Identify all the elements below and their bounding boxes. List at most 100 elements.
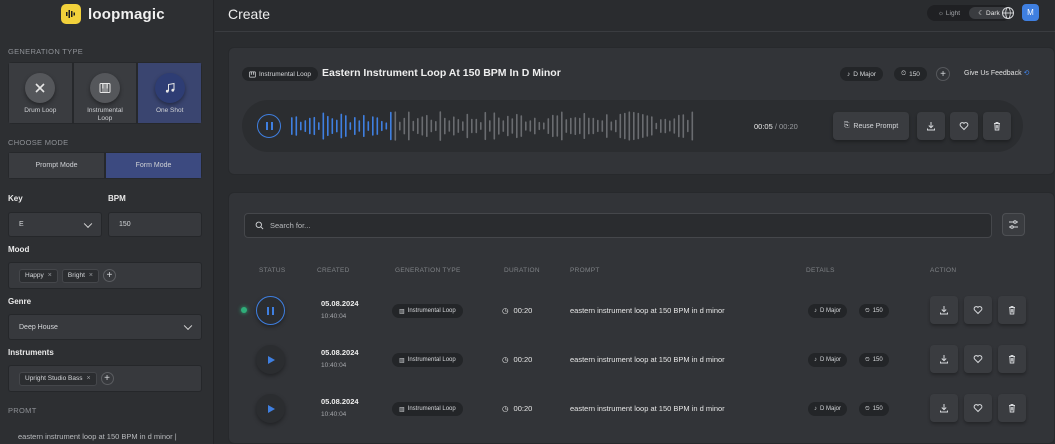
- add-mood-button[interactable]: +: [102, 269, 116, 282]
- badge-label: Instrumental Loop: [407, 406, 456, 412]
- waveform-bar: [669, 120, 671, 132]
- column-duration: DURATION: [504, 267, 540, 274]
- table-row[interactable]: 05.08.2024 10:40:04 ▥ Instrumental Loop ◷…: [229, 336, 1055, 382]
- main-content: Create ☼ Light ☾ Dark M Instrumental Loop …: [215, 0, 1055, 444]
- delete-button[interactable]: [998, 394, 1026, 422]
- waveform-bar: [358, 120, 361, 132]
- mood-label: Mood: [8, 245, 30, 254]
- genre-select[interactable]: Deep House: [8, 314, 202, 340]
- close-icon[interactable]: ×: [48, 272, 52, 279]
- waveform-bar: [453, 116, 455, 136]
- key-chip-label: D Major: [820, 308, 842, 314]
- waveform-bar: [417, 118, 419, 135]
- form-mode-button[interactable]: Form Mode: [105, 152, 202, 179]
- mood-tags-input[interactable]: Happy × Bright × +: [8, 262, 202, 289]
- add-instrument-button[interactable]: +: [100, 372, 114, 385]
- filter-button[interactable]: [1002, 213, 1025, 236]
- gen-type-one-shot[interactable]: One Shot: [137, 62, 202, 124]
- badge-label: Instrumental Loop: [407, 308, 456, 314]
- close-icon[interactable]: ×: [86, 375, 90, 382]
- chip-label: Upright Studio Bass: [25, 375, 83, 382]
- waveform-bar: [502, 120, 505, 132]
- globe-icon[interactable]: [1001, 6, 1015, 20]
- waveform-bar: [435, 121, 437, 132]
- download-button[interactable]: [917, 112, 945, 140]
- reuse-label: Reuse Prompt: [853, 122, 899, 130]
- gen-type-label: Drum Loop: [24, 107, 57, 114]
- table-row[interactable]: 05.08.2024 10:40:04 ▥ Instrumental Loop ◷…: [229, 385, 1055, 431]
- favorite-button[interactable]: [964, 394, 992, 422]
- delete-button[interactable]: [983, 112, 1011, 140]
- moon-icon: ☾: [978, 10, 985, 17]
- reuse-prompt-button[interactable]: ⎘ Reuse Prompt: [833, 112, 909, 140]
- pause-icon: [267, 306, 274, 315]
- play-button[interactable]: [256, 394, 285, 423]
- waveform-bar: [592, 117, 595, 135]
- waveform-bar: [547, 118, 550, 134]
- key-chip-label: D Major: [820, 406, 842, 412]
- generation-history: STATUS CREATED GENERATION TYPE DURATION …: [228, 192, 1055, 444]
- waveform-bar: [556, 115, 559, 137]
- waveform-bar: [457, 119, 460, 133]
- delete-button[interactable]: [998, 296, 1026, 324]
- prompt-textarea[interactable]: eastern instrument loop at 150 BPM in d …: [18, 432, 177, 441]
- waveform-bar: [678, 114, 680, 138]
- play-button[interactable]: [256, 345, 285, 374]
- waveform-bar: [345, 115, 347, 137]
- prompt-mode-button[interactable]: Prompt Mode: [8, 152, 105, 179]
- bpm-input[interactable]: 150: [108, 212, 202, 237]
- gen-type-drum-loop[interactable]: Drum Loop: [8, 62, 73, 124]
- gen-type-instrumental-loop[interactable]: Instrumental Loop: [72, 62, 138, 124]
- theme-toggle[interactable]: ☼ Light ☾ Dark: [927, 5, 1011, 21]
- instruments-tags-input[interactable]: Upright Studio Bass × +: [8, 365, 202, 392]
- waveform-bar: [691, 111, 694, 141]
- waveform-bar: [583, 112, 586, 139]
- bpm-value: 150: [119, 221, 131, 228]
- add-button[interactable]: +: [936, 67, 950, 81]
- close-icon[interactable]: ×: [89, 272, 93, 279]
- pause-button[interactable]: [257, 114, 281, 138]
- waveform-bar: [336, 119, 338, 133]
- pause-button[interactable]: [256, 296, 285, 325]
- theme-light-option[interactable]: ☼ Light: [929, 7, 969, 19]
- column-status: STATUS: [259, 267, 286, 274]
- waveform[interactable]: [291, 110, 696, 142]
- waveform-bar: [538, 121, 541, 131]
- prompt-text: eastern instrument loop at 150 BPM in d …: [570, 355, 725, 364]
- favorite-button[interactable]: [964, 345, 992, 373]
- waveform-bar: [624, 112, 626, 140]
- key-select[interactable]: E: [8, 212, 102, 237]
- download-button[interactable]: [930, 345, 958, 373]
- key-label: Key: [8, 194, 23, 203]
- duration: ◷ 00:20: [502, 355, 532, 364]
- duration: ◷ 00:20: [502, 404, 532, 413]
- give-feedback-link[interactable]: Give Us Feedback ⟲: [964, 69, 1029, 77]
- waveform-bar: [385, 122, 388, 130]
- bpm-chip-label: 150: [872, 406, 883, 412]
- created-time: 10:40:04: [321, 362, 347, 369]
- bpm-chip: ⏲ 150: [894, 67, 927, 81]
- download-button[interactable]: [930, 394, 958, 422]
- download-button[interactable]: [930, 296, 958, 324]
- waveform-bar: [516, 113, 518, 139]
- waveform-bar: [651, 116, 653, 136]
- favorite-button[interactable]: [950, 112, 978, 140]
- theme-light-label: Light: [945, 9, 961, 17]
- badge-label: Instrumental Loop: [407, 357, 456, 363]
- chevron-down-icon: [183, 321, 193, 331]
- delete-button[interactable]: [998, 345, 1026, 373]
- waveform-bar: [363, 114, 365, 137]
- waveform-bar: [574, 117, 577, 135]
- logo[interactable]: loopmagic: [61, 4, 165, 24]
- waveform-bar: [304, 120, 307, 132]
- waveform-bar: [543, 122, 545, 130]
- favorite-button[interactable]: [964, 296, 992, 324]
- table-row[interactable]: 05.08.2024 10:40:04 ▥ Instrumental Loop ◷…: [229, 287, 1055, 333]
- created-date: 05.08.2024: [321, 348, 359, 357]
- avatar[interactable]: M: [1022, 4, 1039, 21]
- now-playing-card: Instrumental Loop Eastern Instrument Loo…: [228, 47, 1055, 175]
- waveform-bar: [367, 121, 370, 131]
- waveform-bar: [579, 117, 581, 135]
- heart-icon: [973, 355, 983, 364]
- search-input[interactable]: [270, 221, 870, 230]
